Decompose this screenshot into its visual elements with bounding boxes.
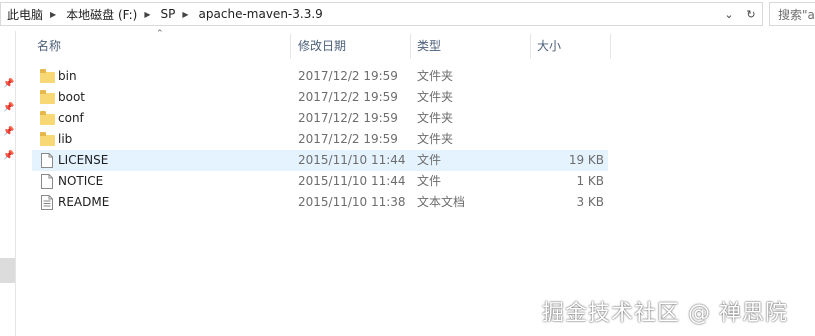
file-row-readme[interactable]: README 2015/11/10 11:38 文本文档 3 KB	[32, 192, 608, 213]
breadcrumb-sp[interactable]: SP	[155, 7, 179, 21]
pin-icon[interactable]: 📌	[3, 127, 14, 137]
refresh-icon[interactable]: ↻	[740, 3, 762, 25]
search-placeholder: 搜索"a	[778, 7, 815, 22]
file-icon	[41, 174, 53, 189]
column-divider[interactable]	[610, 34, 611, 59]
text-document-icon	[41, 195, 53, 210]
chevron-down-icon[interactable]: ⌄	[718, 3, 740, 25]
file-row-conf[interactable]: conf 2017/12/2 19:59 文件夹	[32, 108, 608, 129]
pin-icon[interactable]: 📌	[3, 103, 14, 113]
column-header: ⌃ 名称 修改日期 类型 大小	[16, 29, 616, 59]
folder-icon	[40, 90, 55, 104]
folder-icon	[40, 111, 55, 125]
watermark: 掘金技术社区 @ 禅思院	[542, 301, 788, 326]
breadcrumb-drive-f[interactable]: 本地磁盘 (F:)	[60, 6, 140, 23]
column-header-size[interactable]: 大小	[537, 32, 607, 59]
breadcrumb-this-pc[interactable]: 此电脑	[1, 6, 46, 23]
folder-icon	[40, 132, 55, 146]
file-row-bin[interactable]: bin 2017/12/2 19:59 文件夹	[32, 66, 608, 87]
column-divider[interactable]	[410, 34, 411, 59]
navigation-pane: 📌 📌 📌 📌	[0, 31, 16, 336]
file-row-lib[interactable]: lib 2017/12/2 19:59 文件夹	[32, 129, 608, 150]
breadcrumb-separator-icon[interactable]: ▶	[140, 10, 154, 19]
breadcrumb-current-folder[interactable]: apache-maven-3.3.9	[193, 7, 326, 21]
column-header-type[interactable]: 类型	[417, 32, 527, 59]
file-icon	[41, 153, 53, 168]
address-bar[interactable]: 此电脑 ▶ 本地磁盘 (F:) ▶ SP ▶ apache-maven-3.3.…	[0, 2, 763, 26]
breadcrumb-separator-icon[interactable]: ▶	[46, 10, 60, 19]
column-header-date[interactable]: 修改日期	[298, 32, 408, 59]
pin-icon[interactable]: 📌	[3, 151, 14, 161]
file-row-boot[interactable]: boot 2017/12/2 19:59 文件夹	[32, 87, 608, 108]
column-header-name[interactable]: 名称	[37, 32, 287, 59]
column-divider[interactable]	[290, 34, 291, 59]
search-input[interactable]: 搜索"a	[769, 2, 815, 26]
folder-icon	[40, 69, 55, 83]
column-divider[interactable]	[530, 34, 531, 59]
file-row-notice[interactable]: NOTICE 2015/11/10 11:44 文件 1 KB	[32, 171, 608, 192]
file-row-license[interactable]: LICENSE 2015/11/10 11:44 文件 19 KB	[32, 150, 608, 171]
pin-icon[interactable]: 📌	[3, 79, 14, 89]
navigation-scrollbar[interactable]	[0, 258, 15, 283]
breadcrumb-separator-icon[interactable]: ▶	[178, 10, 192, 19]
